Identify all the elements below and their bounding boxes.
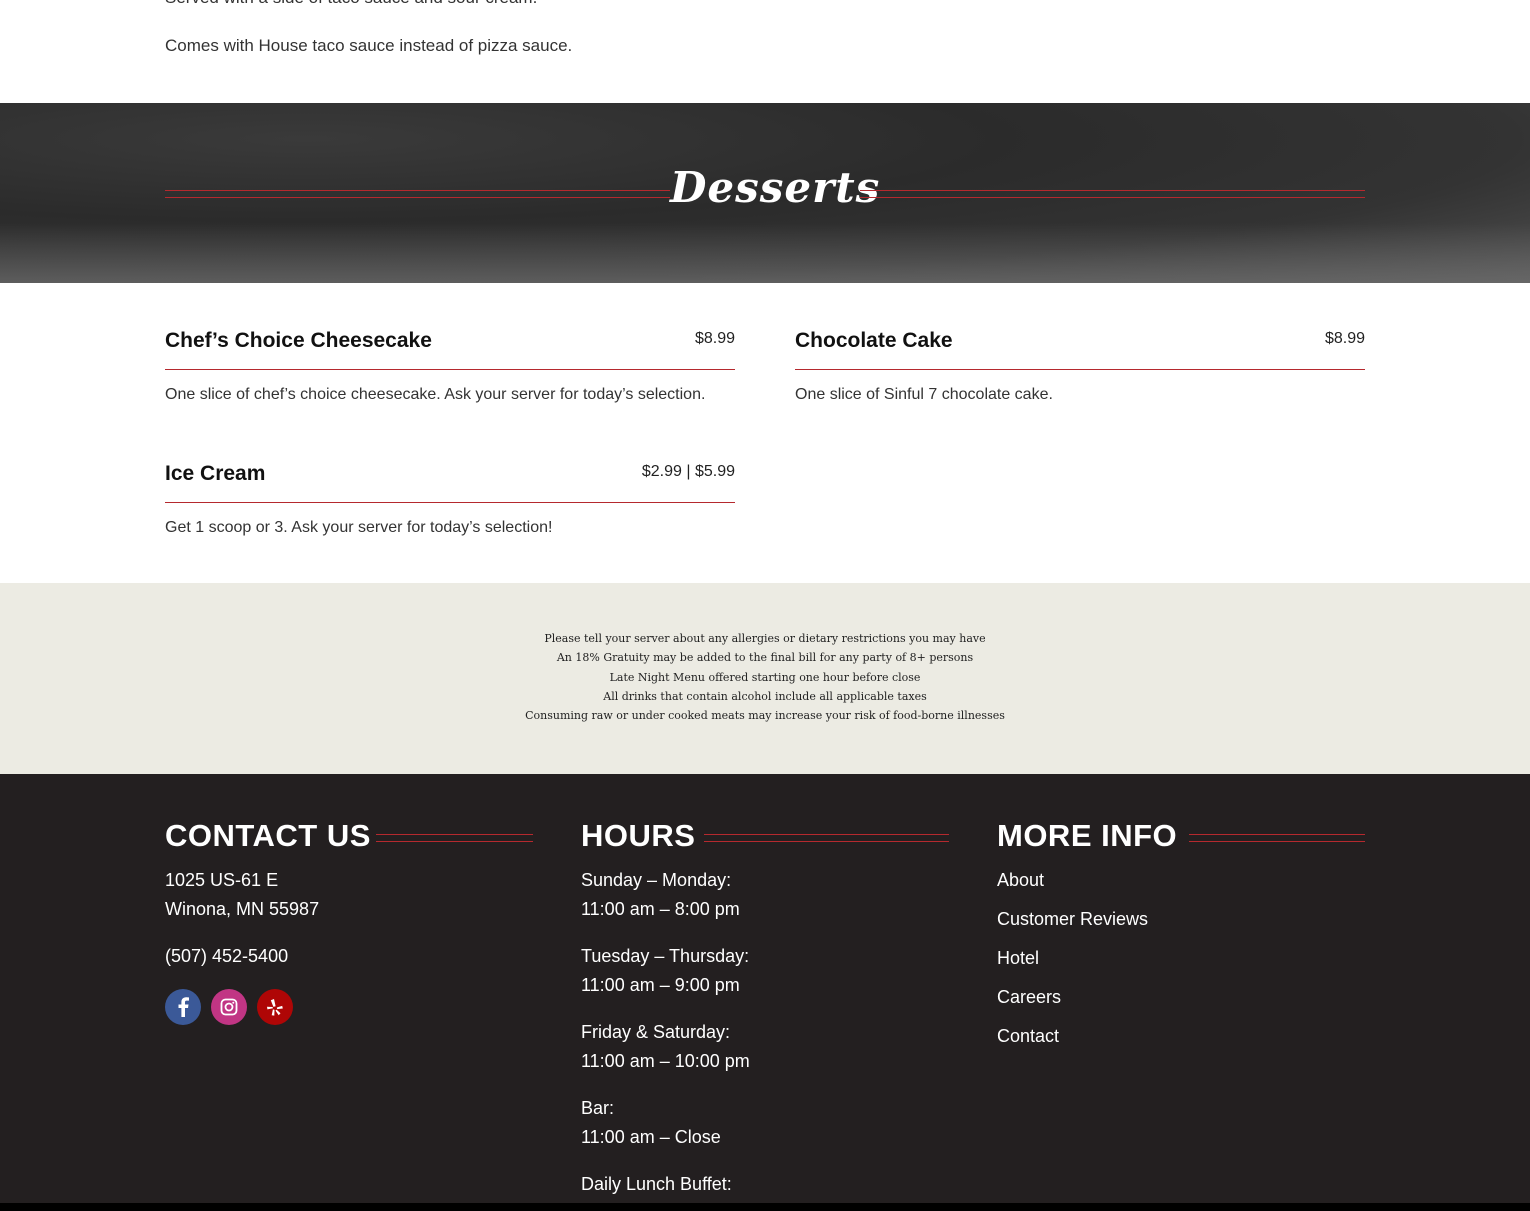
menu-item-price: $8.99 [1324,330,1365,347]
menu-item-description: Get 1 scoop or 3. Ask your server for to… [165,519,553,536]
facebook-icon [178,997,189,1017]
address: 1025 US-61 E Winona, MN 55987 [165,866,533,924]
hours-time: 11:00 am – 9:00 pm [581,975,740,995]
instagram-icon [220,998,238,1016]
menu-item-description: One slice of chef’s choice cheesecake. A… [165,386,706,403]
link-customer-reviews-anchor[interactable]: Customer Reviews [997,909,1148,929]
hours-label: Daily Lunch Buffet: [581,1174,732,1194]
note-line: An 18% Gratuity may be added to the fina… [556,651,974,665]
link-contact: Contact [997,1022,1365,1051]
phone-number[interactable]: (507) 452-5400 [165,942,533,971]
bottom-bar [0,1203,1530,1211]
heading-rule [1189,834,1365,842]
menu-item-header: Chocolate Cake $8.99 [795,283,1365,370]
hours-column: HOURS Sunday – Monday: 11:00 am – 8:00 pm… [581,818,949,1211]
notes-list: Please tell your server about any allerg… [0,629,1530,725]
contact-heading: CONTACT US [165,818,371,853]
hours-block: Sunday – Monday: 11:00 am – 8:00 pm [581,866,949,924]
note-line: Late Night Menu offered starting one hou… [609,670,921,684]
contact-column: CONTACT US 1025 US-61 E Winona, MN 55987… [165,818,533,1025]
address-line-2: Winona, MN 55987 [165,899,320,919]
hours-block: Tuesday – Thursday: 11:00 am – 9:00 pm [581,942,949,1000]
menu-item-name: Chocolate Cake [795,329,953,352]
menu-item-name: Chef’s Choice Cheesecake [165,329,432,352]
note-line: Consuming raw or under cooked meats may … [525,709,1005,723]
menu-item: Chocolate Cake $8.99 One slice of Sinful… [795,283,1365,408]
heading-rule [704,834,949,842]
menu-item: Ice Cream $2.99 | $5.99 Get 1 scoop or 3… [165,416,735,541]
hours-block: Bar: 11:00 am – Close [581,1094,949,1152]
banner-rule-right [860,190,1365,198]
menu-item-header: Chef’s Choice Cheesecake $8.99 [165,283,735,370]
address-line-1: 1025 US-61 E [165,870,279,890]
previous-menu-section: Served with a side of taco sauce and sou… [0,0,1530,103]
hours-block: Friday & Saturday: 11:00 am – 10:00 pm [581,1018,949,1076]
hours-heading: HOURS [581,818,696,853]
menu-item-header: Ice Cream $2.99 | $5.99 [165,416,735,503]
hours-label: Bar: [581,1098,615,1118]
section-title: Desserts [670,163,881,212]
more-info-column: MORE INFO About Customer Reviews Hotel C… [997,818,1365,1061]
social-links [165,989,533,1025]
note-line: All drinks that contain alcohol include … [603,689,927,703]
heading-rule [376,834,533,842]
banner-rule-left [165,190,670,198]
hours-time: 11:00 am – 10:00 pm [581,1051,750,1071]
item-description: Served with a side of taco sauce and sou… [165,0,537,8]
menu-item-description: One slice of Sinful 7 chocolate cake. [795,386,1053,403]
facebook-link[interactable] [165,989,201,1025]
link-about: About [997,866,1365,895]
link-hotel: Hotel [997,944,1365,973]
link-careers-anchor[interactable]: Careers [997,987,1061,1007]
instagram-link[interactable] [211,989,247,1025]
link-customer-reviews: Customer Reviews [997,905,1365,934]
menu-item-price: $2.99 | $5.99 [641,463,735,480]
yelp-link[interactable] [257,989,293,1025]
link-about-anchor[interactable]: About [997,870,1044,890]
hours-list: Sunday – Monday: 11:00 am – 8:00 pm Tuesd… [581,866,949,1199]
menu-item: Chef’s Choice Cheesecake $8.99 One slice… [165,283,735,408]
site-footer: CONTACT US 1025 US-61 E Winona, MN 55987… [0,774,1530,1203]
item-description: Comes with House taco sauce instead of p… [165,36,573,55]
hours-block: Daily Lunch Buffet: [581,1170,949,1199]
hours-time: 11:00 am – 8:00 pm [581,899,740,919]
desserts-menu: Chef’s Choice Cheesecake $8.99 One slice… [0,283,1530,583]
desserts-banner: Desserts [0,103,1530,283]
more-info-links: About Customer Reviews Hotel Careers Con… [997,866,1365,1051]
hours-label: Sunday – Monday: [581,870,732,890]
more-info-heading: MORE INFO [997,818,1178,853]
note-line: Please tell your server about any allerg… [544,632,986,645]
hours-time: 11:00 am – Close [581,1127,721,1147]
link-hotel-anchor[interactable]: Hotel [997,948,1039,968]
menu-item-price: $8.99 [694,330,735,347]
hours-label: Friday & Saturday: [581,1022,731,1042]
yelp-icon [267,999,283,1016]
hours-label: Tuesday – Thursday: [581,946,750,966]
link-careers: Careers [997,983,1365,1012]
link-contact-anchor[interactable]: Contact [997,1026,1059,1046]
menu-notes: Please tell your server about any allerg… [0,583,1530,774]
menu-item-name: Ice Cream [165,462,266,485]
contact-details: 1025 US-61 E Winona, MN 55987 (507) 452-… [165,866,533,971]
